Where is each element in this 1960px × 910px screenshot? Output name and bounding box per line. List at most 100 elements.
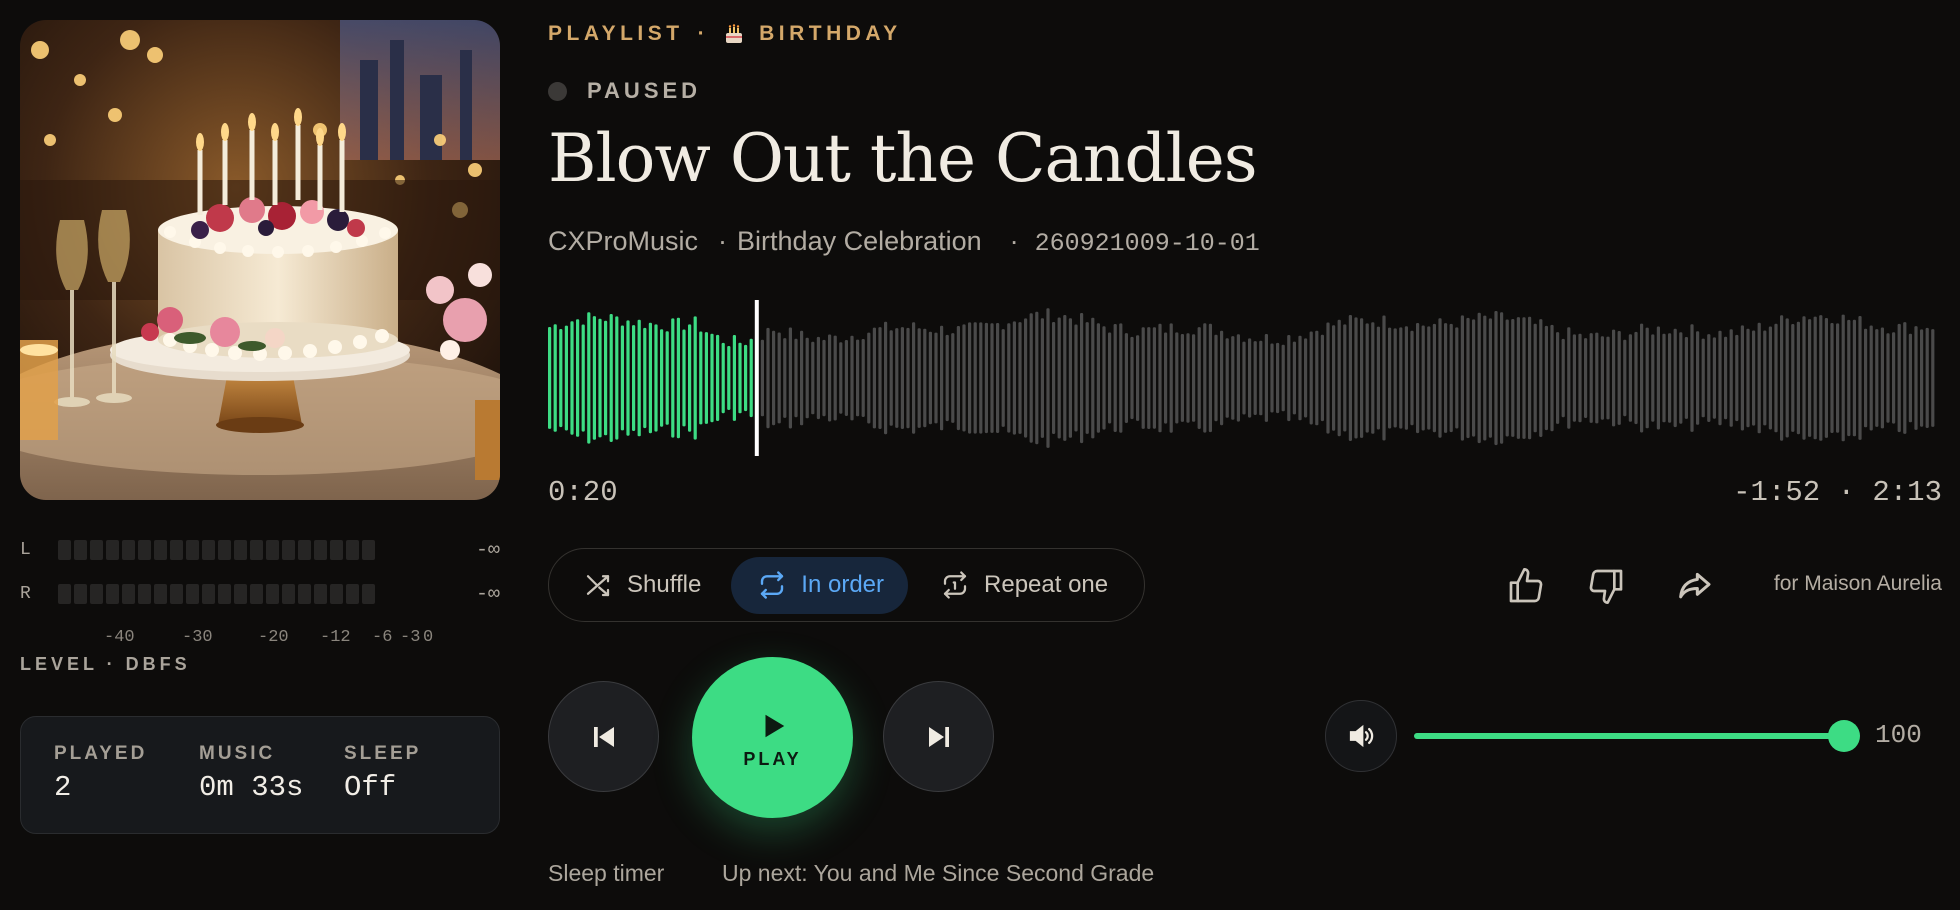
waveform-bar [1376, 326, 1380, 430]
waveform-bar [592, 316, 596, 440]
waveform-bar [872, 327, 876, 429]
waveform-bar [1852, 319, 1856, 437]
next-button[interactable] [883, 681, 994, 792]
waveform-bar [1500, 312, 1504, 444]
waveform-bar [1645, 327, 1649, 429]
waveform-bar [1841, 314, 1845, 442]
waveform-bar [1690, 324, 1694, 432]
waveform-bar [1332, 325, 1336, 431]
waveform-bar [1763, 330, 1767, 426]
waveform-bar [1892, 332, 1896, 424]
waveform-bar [1662, 333, 1666, 423]
waveform-bar [878, 327, 882, 429]
waveform-bar [1063, 315, 1067, 441]
waveform-bar [1875, 329, 1879, 427]
waveform-bar [1253, 341, 1257, 415]
waveform-bar [1656, 326, 1660, 430]
waveform-bar [1785, 318, 1789, 438]
waveform-bar [968, 322, 972, 434]
remaining-total-time: -1:52 · 2:13 [1733, 476, 1942, 509]
waveform-bar [665, 331, 669, 425]
waveform-bar [1354, 317, 1358, 439]
meta-separator: · [718, 226, 728, 256]
playback-mode-selector: Shuffle In order Repeat one [548, 548, 1145, 622]
waveform-bar [553, 324, 557, 432]
birthday-cake-icon [723, 23, 745, 45]
waveform-bar [1824, 318, 1828, 438]
waveform-bar [833, 335, 837, 421]
waveform-bar [1203, 323, 1207, 433]
waveform-bar [1074, 324, 1078, 432]
waveform-bar [1925, 327, 1929, 428]
mode-label: Repeat one [984, 571, 1109, 598]
play-button[interactable]: PLAY [692, 657, 853, 818]
waveform-bar [643, 327, 647, 429]
waveform-bar [1298, 335, 1302, 421]
like-button[interactable] [1500, 560, 1552, 612]
waveform-bar [1388, 327, 1392, 429]
playhead[interactable] [754, 300, 759, 456]
waveform-bar [1057, 317, 1061, 439]
skip-previous-icon [593, 726, 614, 747]
up-next-link[interactable]: Up next: You and Me Since Second Grade [722, 860, 1154, 887]
mode-repeat-one-button[interactable]: Repeat one [914, 557, 1132, 614]
mute-button[interactable] [1325, 700, 1397, 772]
waveform-bar [828, 334, 832, 422]
playlist-name[interactable]: BIRTHDAY [759, 22, 902, 46]
channel-level-value: -∞ [475, 538, 500, 562]
waveform-bar [1477, 312, 1481, 444]
waveform-bar [1264, 334, 1268, 422]
waveform-bar [822, 339, 826, 417]
waveform-bar [990, 323, 994, 433]
status-text: PAUSED [587, 78, 702, 103]
waveform-bar [682, 329, 686, 427]
mode-in-order-button[interactable]: In order [731, 556, 909, 614]
track-album[interactable]: Birthday Celebration [737, 226, 982, 257]
waveform-bar [1068, 318, 1072, 438]
waveform-bar [626, 320, 630, 436]
waveform-bar [620, 325, 624, 431]
waveform-bar [788, 327, 792, 429]
mode-label: In order [801, 571, 885, 598]
share-button[interactable] [1668, 560, 1720, 612]
waveform-bar [1718, 330, 1722, 426]
stat-label: PLAYED [54, 743, 148, 764]
dislike-button[interactable] [1580, 560, 1632, 612]
volume-slider[interactable] [1414, 720, 1860, 752]
mode-shuffle-button[interactable]: Shuffle [557, 557, 725, 614]
waveform-bar [1701, 338, 1705, 418]
waveform-bar [1091, 317, 1095, 439]
track-title: Blow Out the Candles [548, 120, 1258, 197]
waveform-seekbar[interactable] [548, 300, 1940, 456]
scale-tick: 0 [423, 628, 434, 647]
waveform-bar [777, 332, 781, 424]
waveform-bar [1628, 334, 1632, 422]
track-artist[interactable]: CXProMusic [548, 226, 698, 257]
waveform-bar [1158, 323, 1162, 433]
waveform-bar [1197, 327, 1201, 429]
stat-music: MUSIC 0m 33s [199, 743, 344, 833]
waveform-bar [699, 331, 703, 425]
level-channel-right: R -∞ [20, 572, 500, 616]
waveform-bar [1236, 334, 1240, 422]
waveform-bar [956, 326, 960, 431]
waveform-bar [1270, 343, 1274, 413]
waveform-bar [559, 329, 563, 428]
volume-slider-handle[interactable] [1828, 720, 1860, 752]
level-segments [58, 540, 375, 560]
waveform-bar [1561, 338, 1565, 418]
sleep-timer-button[interactable]: Sleep timer [548, 860, 664, 887]
waveform-bar [1836, 323, 1840, 433]
waveform-bar [738, 342, 742, 414]
waveform-bar [1584, 338, 1588, 418]
waveform-bar [1617, 331, 1621, 425]
waveform-bar [1808, 319, 1812, 437]
waveform-bar [884, 321, 888, 435]
previous-button[interactable] [548, 681, 659, 792]
waveform-bar [766, 327, 770, 429]
waveform-bar [648, 322, 652, 434]
waveform-bar [1427, 326, 1431, 430]
waveform-bar [710, 333, 714, 423]
waveform-bar [1214, 334, 1218, 422]
waveform-bar [1432, 323, 1436, 433]
